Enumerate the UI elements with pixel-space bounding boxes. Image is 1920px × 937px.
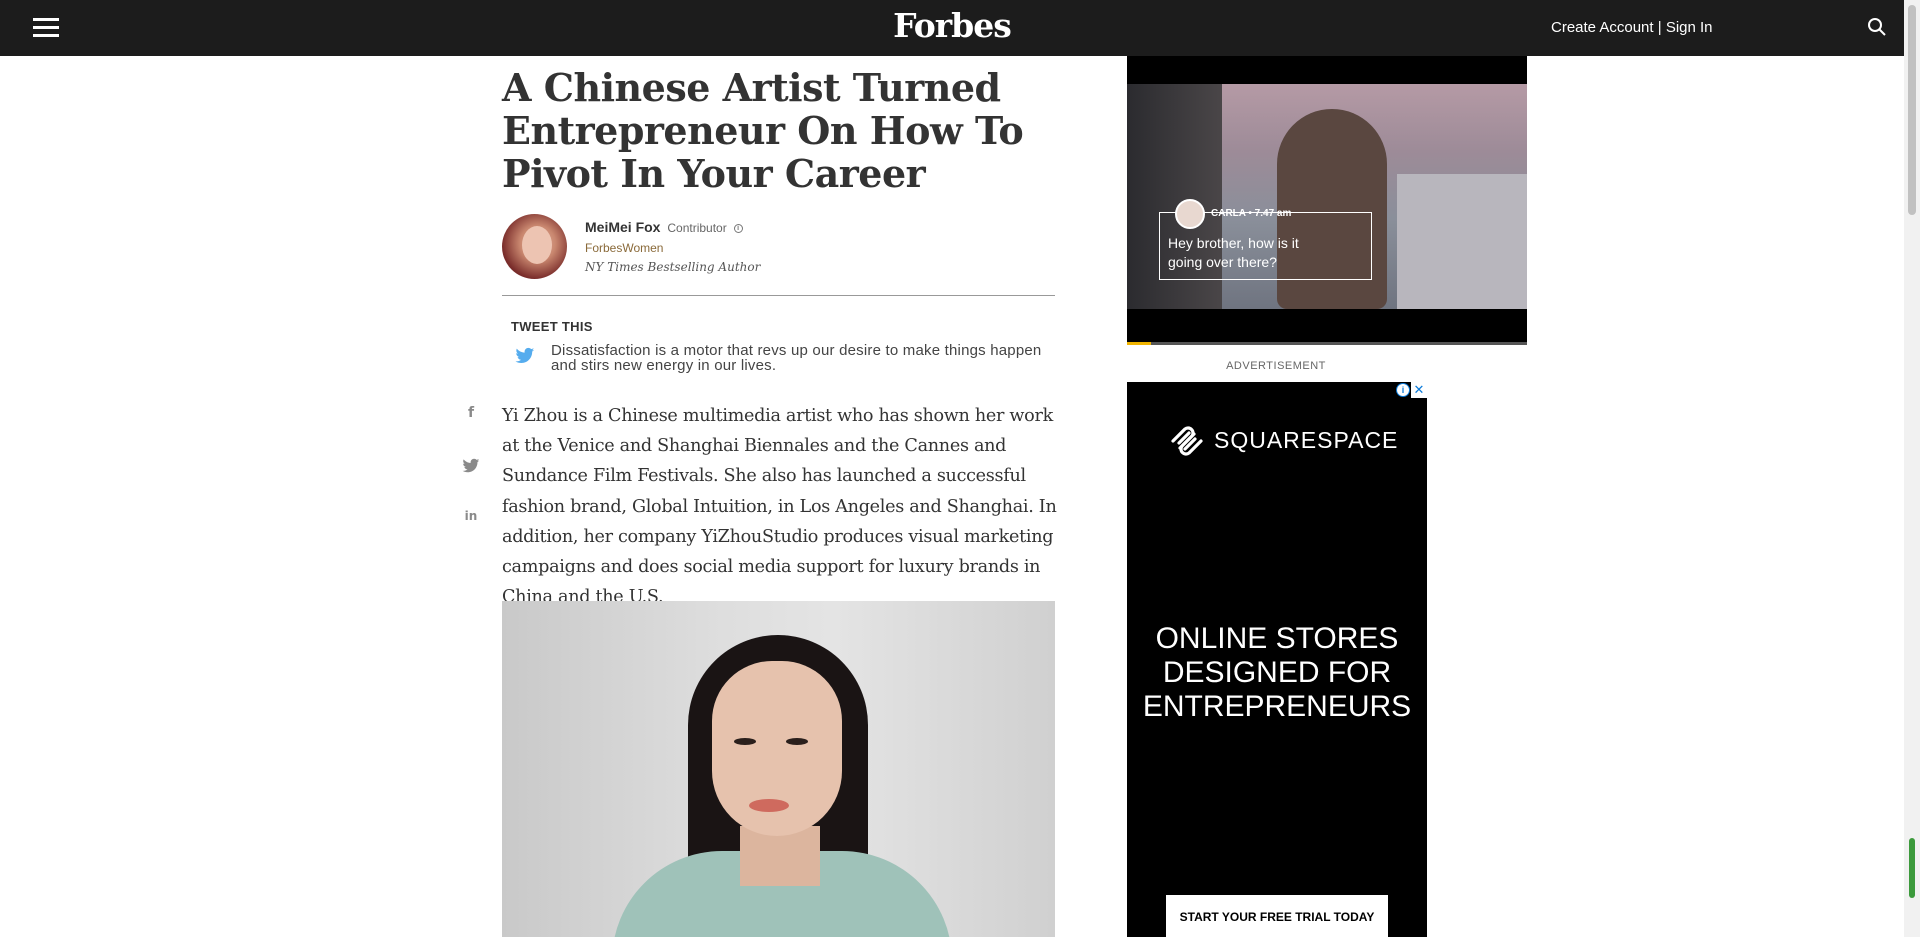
byline-divider bbox=[502, 295, 1055, 296]
twitter-share-icon[interactable] bbox=[462, 457, 480, 475]
contributor-info-icon[interactable]: i bbox=[733, 223, 743, 233]
article-paragraph: Yi Zhou is a Chinese multimedia artist w… bbox=[502, 406, 1057, 608]
ad-choices-icon[interactable]: i bbox=[1396, 383, 1410, 397]
tweetable-quote[interactable]: Dissatisfaction is a motor that revs up … bbox=[551, 343, 1051, 373]
author-section-link[interactable]: ForbesWomen bbox=[585, 241, 663, 255]
author-role: Contributor bbox=[667, 221, 727, 235]
ad-headline-line: DESIGNED FOR bbox=[1162, 656, 1392, 689]
auth-links: Create Account | Sign In bbox=[1551, 19, 1713, 36]
create-account-link[interactable]: Create Account bbox=[1551, 19, 1654, 36]
chat-sender: CARLA • 7.47 am bbox=[1211, 208, 1292, 219]
auth-separator: | bbox=[1657, 19, 1662, 36]
page-scrollbar[interactable] bbox=[1904, 0, 1920, 937]
ad-brand: SQUARESPACE bbox=[1167, 421, 1397, 461]
author-byline: MeiMei Fox Contributor i bbox=[585, 219, 743, 235]
squarespace-ad[interactable]: i ✕ SQUARESPACE ONLINE STORES DESIGNED F… bbox=[1127, 382, 1427, 937]
chat-message: Hey brother, how is it going over there? bbox=[1168, 235, 1299, 270]
author-avatar[interactable] bbox=[502, 214, 567, 279]
scrollbar-thumb[interactable] bbox=[1908, 5, 1916, 215]
sidebar-video-player[interactable]: CARLA • 7.47 am Hey brother, how is it g… bbox=[1127, 56, 1527, 345]
top-nav-bar: Forbes Create Account | Sign In bbox=[0, 0, 1904, 56]
forbes-logo-link[interactable]: Forbes bbox=[893, 6, 1012, 45]
ad-headline-line: ENTREPRENEURS bbox=[1142, 690, 1412, 723]
ad-cta-button[interactable]: START YOUR FREE TRIAL TODAY bbox=[1166, 895, 1388, 937]
squarespace-logo-icon bbox=[1171, 426, 1203, 456]
twitter-bird-icon[interactable] bbox=[515, 347, 535, 365]
article-portrait-image bbox=[502, 601, 1055, 937]
scrollbar-marker bbox=[1909, 838, 1915, 898]
search-icon[interactable] bbox=[1867, 17, 1887, 37]
video-frame[interactable]: CARLA • 7.47 am Hey brother, how is it g… bbox=[1127, 84, 1527, 309]
ad-brand-name: SQUARESPACE bbox=[1214, 427, 1399, 453]
chat-avatar bbox=[1175, 199, 1205, 229]
ad-close-icon[interactable]: ✕ bbox=[1411, 382, 1427, 398]
tweet-this-label: TWEET THIS bbox=[511, 319, 593, 334]
author-name-link[interactable]: MeiMei Fox bbox=[585, 219, 660, 235]
author-title: NY Times Bestselling Author bbox=[585, 260, 761, 274]
video-progress-bar[interactable] bbox=[1127, 342, 1527, 345]
facebook-share-icon[interactable]: f bbox=[462, 405, 480, 423]
article-headline: A Chinese Artist Turned Entrepreneur On … bbox=[502, 65, 1024, 196]
advertisement-label: ADVERTISEMENT bbox=[1226, 360, 1326, 372]
ad-headline: ONLINE STORES DESIGNED FOR ENTREPRENEURS bbox=[1127, 622, 1427, 724]
video-progress-fill bbox=[1127, 342, 1151, 345]
sign-in-link[interactable]: Sign In bbox=[1666, 19, 1713, 36]
linkedin-share-icon[interactable]: in bbox=[462, 509, 480, 527]
ad-headline-line: ONLINE STORES bbox=[1155, 622, 1399, 655]
